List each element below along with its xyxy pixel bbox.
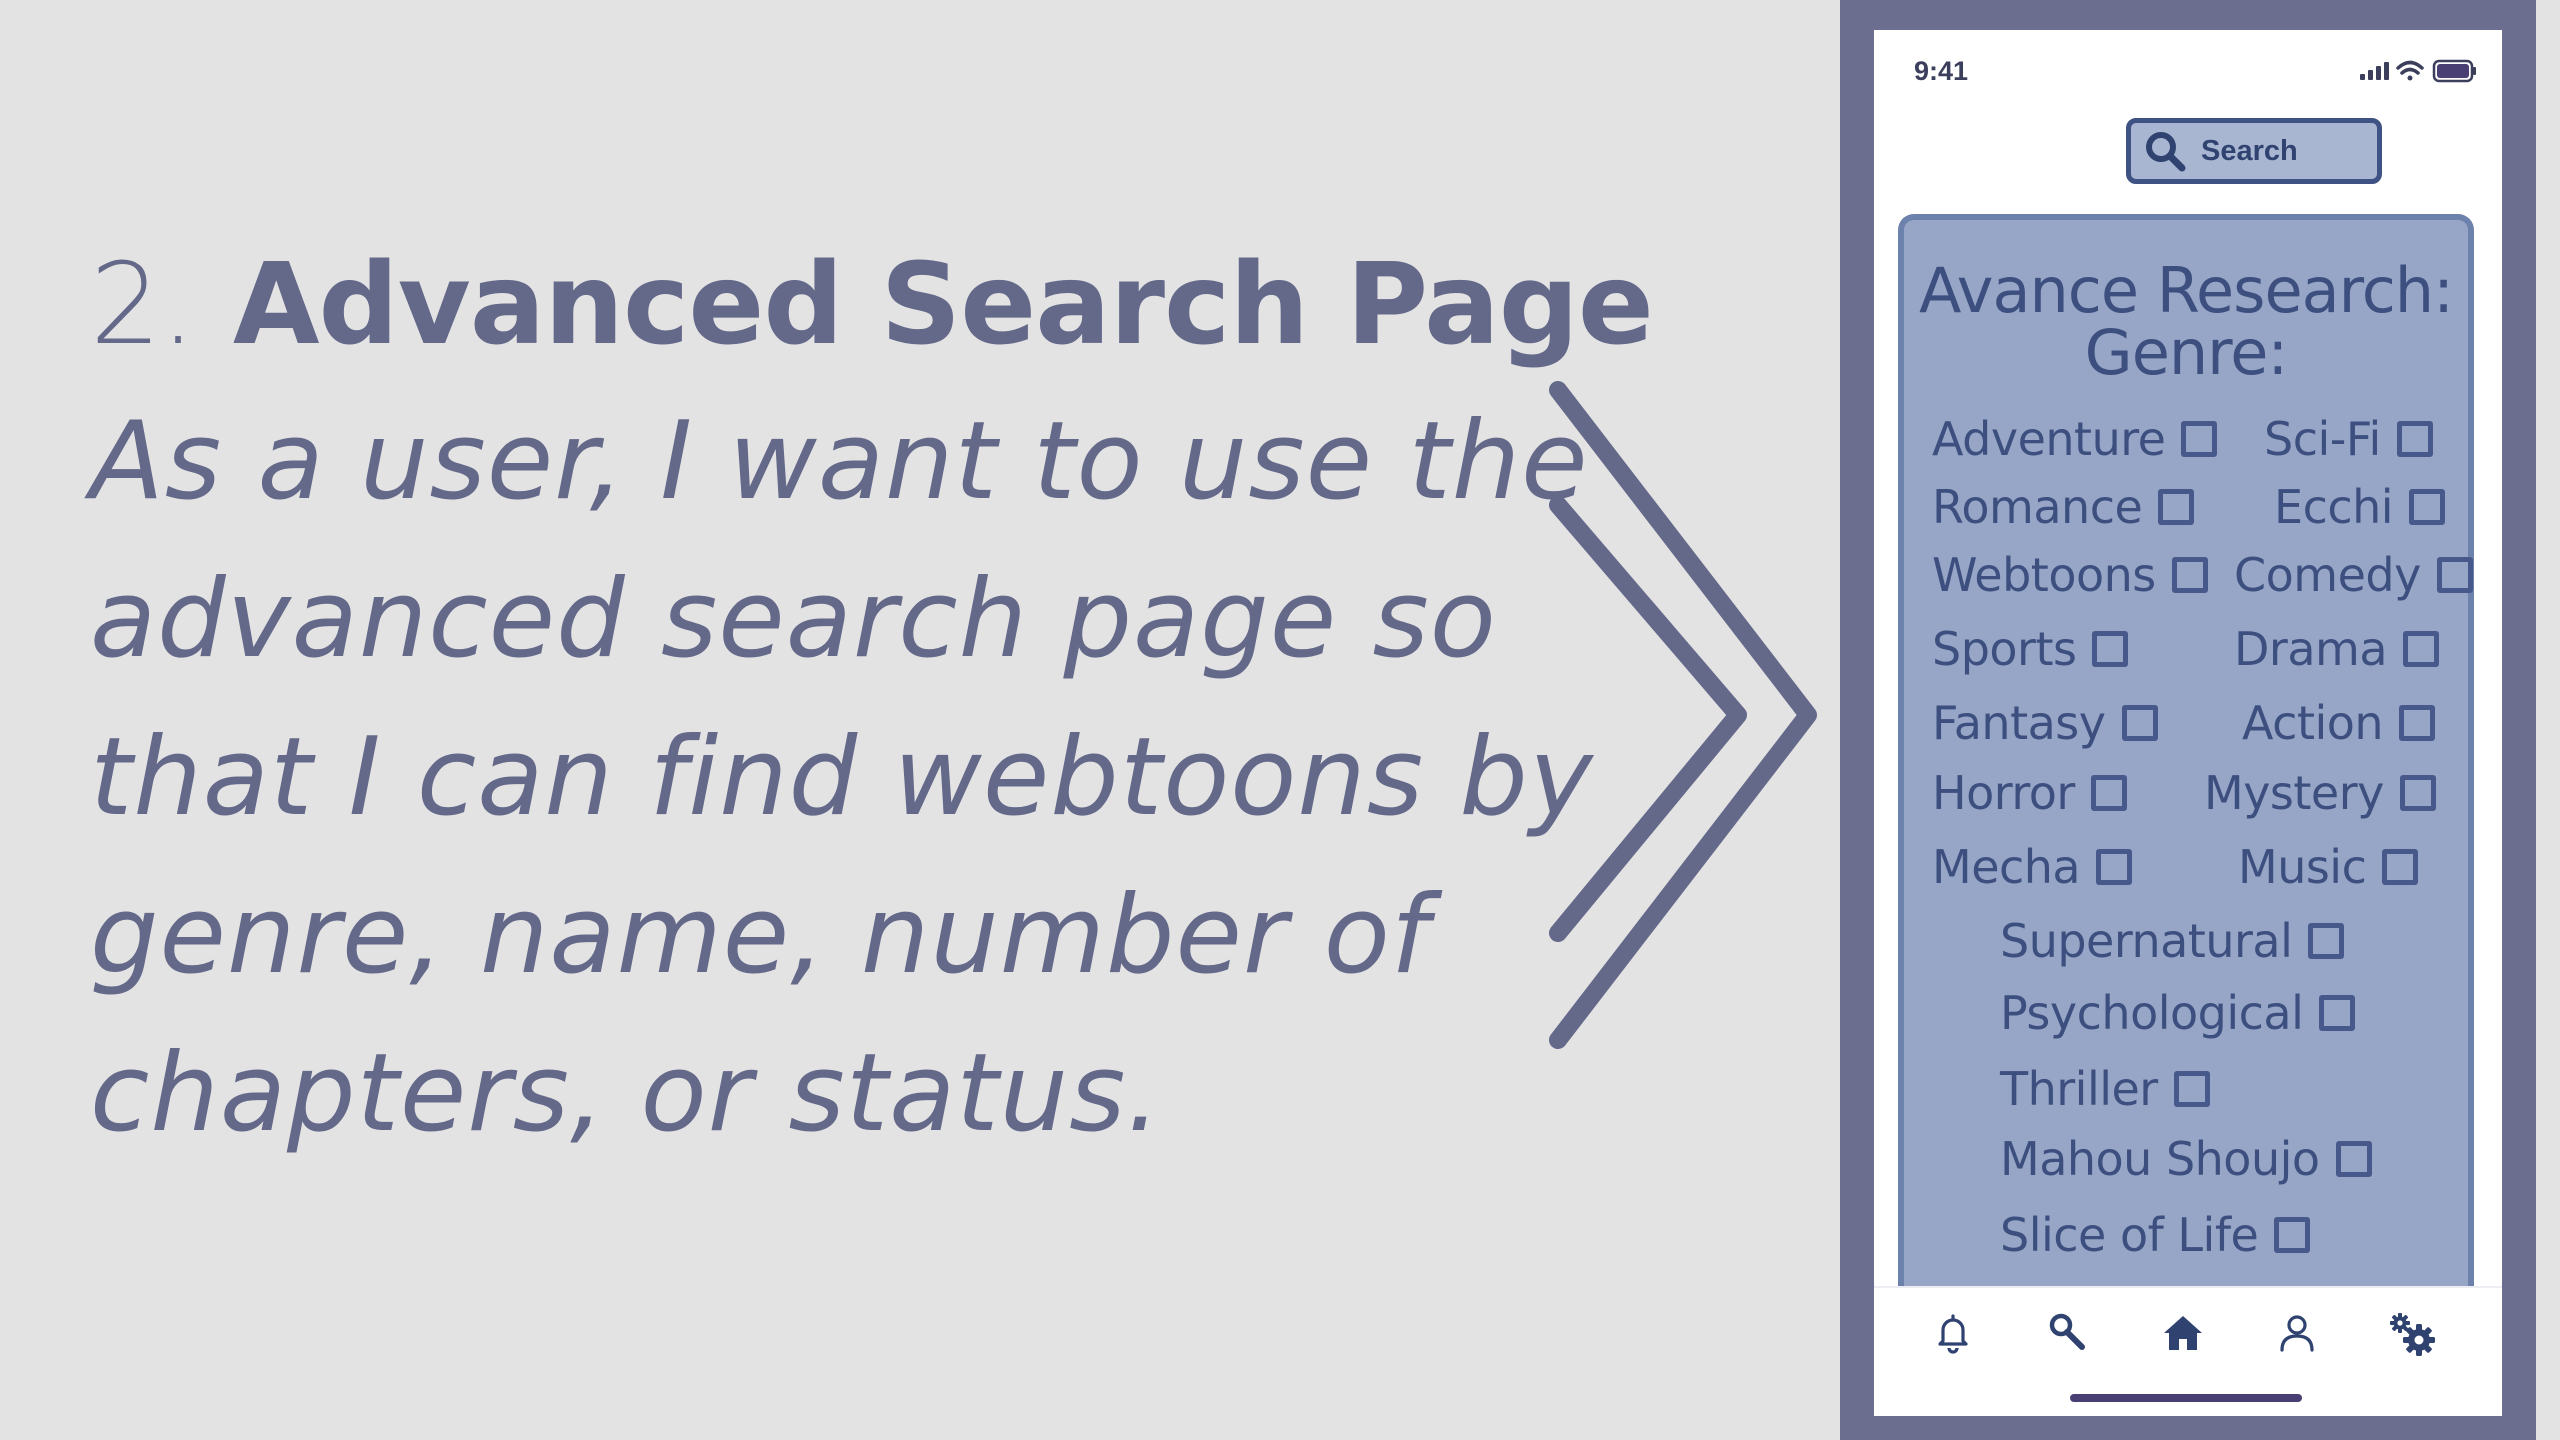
slide-title-text: Advanced Search Page [232,240,1654,370]
panel-title-line: Avance Research: [1919,254,2454,327]
genre-label: Slice of Life [2000,1208,2259,1262]
checkbox[interactable] [2335,1141,2372,1177]
genre-option-music[interactable]: Music [2238,840,2419,894]
home-icon[interactable] [2160,1310,2206,1356]
genre-option-mahou-shoujo[interactable]: Mahou Shoujo [2000,1134,2372,1184]
chevron-arrow-icon [1549,381,1817,1049]
genre-label: Romance [1932,480,2143,534]
genre-filter-panel: Avance Research: Genre: Adventure Sci-Fi… [1898,214,2474,1324]
genre-label: Mystery [2204,766,2384,820]
status-icons [2360,59,2476,83]
checkbox[interactable] [2171,557,2208,593]
genre-label: Adventure [1932,412,2166,466]
wifi-icon [2396,60,2424,81]
genre-option-romance[interactable]: Romance [1932,480,2195,534]
user-story-line: chapters, or status. [90,1031,1162,1156]
checkbox[interactable] [2096,849,2133,885]
search-button-label: Search [2201,134,2298,167]
slide-title: 2. Advanced Search Page [90,235,1654,375]
genre-label: Comedy [2234,548,2421,602]
checkbox[interactable] [2409,489,2446,525]
checkbox[interactable] [2158,489,2195,525]
bell-icon[interactable] [1930,1310,1976,1356]
status-time: 9:41 [1914,56,1969,86]
search-button[interactable]: Search [2126,118,2382,184]
genre-label: Sci-Fi [2264,412,2381,466]
genre-option-sci-fi[interactable]: Sci-Fi [2264,414,2433,464]
genre-option-thriller[interactable]: Thriller [2000,1064,2210,1114]
checkbox[interactable] [2173,1071,2210,1107]
panel-title: Avance Research: Genre: [1904,260,2468,384]
genre-label: Mecha [1932,840,2081,894]
checkbox[interactable] [2121,705,2158,741]
panel-subtitle: Genre: [2084,316,2289,389]
checkbox[interactable] [2181,421,2218,457]
genre-label: Music [2238,840,2367,894]
user-story-line: genre, name, number of [90,873,1430,998]
search-icon[interactable] [2044,1310,2090,1356]
signal-icon [2360,62,2389,80]
genre-option-mecha[interactable]: Mecha [1932,840,2133,894]
gear-icon[interactable] [2386,1310,2440,1360]
genre-option-ecchi[interactable]: Ecchi [2274,480,2446,534]
phone-screen: 9:41 Search Avance Research: Genre: Adve… [1874,30,2502,1416]
genre-option-webtoons[interactable]: Webtoons [1932,550,2208,600]
checkbox[interactable] [2382,849,2419,885]
checkbox[interactable] [2319,995,2356,1031]
search-icon [2146,132,2186,172]
genre-option-fantasy[interactable]: Fantasy [1932,698,2158,748]
genre-label: Ecchi [2274,480,2394,534]
genre-option-supernatural[interactable]: Supernatural [2000,914,2345,968]
genre-option-sports[interactable]: Sports [1932,622,2129,676]
user-story-line: that I can find webtoons by [90,715,1594,840]
genre-label: Mahou Shoujo [2000,1132,2320,1186]
genre-label: Sports [1932,622,2077,676]
checkbox[interactable] [2403,631,2440,667]
genre-option-comedy[interactable]: Comedy [2234,550,2473,600]
home-indicator [2070,1394,2302,1402]
genre-option-psychological[interactable]: Psychological [2000,986,2356,1040]
genre-label: Fantasy [1932,696,2106,750]
genre-option-drama[interactable]: Drama [2234,622,2440,676]
checkbox[interactable] [2399,705,2436,741]
checkbox[interactable] [2092,631,2129,667]
genre-label: Drama [2234,622,2388,676]
battery-icon [2432,59,2476,83]
genre-option-horror[interactable]: Horror [1932,768,2127,818]
genre-label: Supernatural [2000,914,2293,968]
checkbox[interactable] [2436,557,2473,593]
user-story: As a user, I want to use the advanced se… [90,383,1594,1173]
slide-title-number: 2. [90,240,196,370]
bottom-nav [1874,1286,2502,1378]
status-bar: 9:41 [1874,30,2502,110]
checkbox[interactable] [2399,775,2436,811]
genre-label: Psychological [2000,986,2304,1040]
genre-label: Action [2242,696,2384,750]
genre-label: Horror [1932,766,2075,820]
checkbox[interactable] [2274,1217,2311,1253]
user-story-line: advanced search page so [90,557,1497,682]
user-story-line: As a user, I want to use the [90,399,1589,524]
phone-frame: 9:41 Search Avance Research: Genre: Adve… [1840,0,2536,1440]
user-icon[interactable] [2274,1310,2320,1356]
genre-label: Webtoons [1932,548,2156,602]
genre-option-mystery[interactable]: Mystery [2204,768,2436,818]
checkbox[interactable] [2308,923,2345,959]
genre-option-slice-of-life[interactable]: Slice of Life [2000,1208,2311,1262]
checkbox[interactable] [2090,775,2127,811]
slide-text-block: 2. Advanced Search Page As a user, I wan… [90,235,1654,1173]
genre-label: Thriller [2000,1062,2158,1116]
checkbox[interactable] [2396,421,2433,457]
genre-option-adventure[interactable]: Adventure [1932,412,2218,466]
genre-option-action[interactable]: Action [2242,696,2436,750]
